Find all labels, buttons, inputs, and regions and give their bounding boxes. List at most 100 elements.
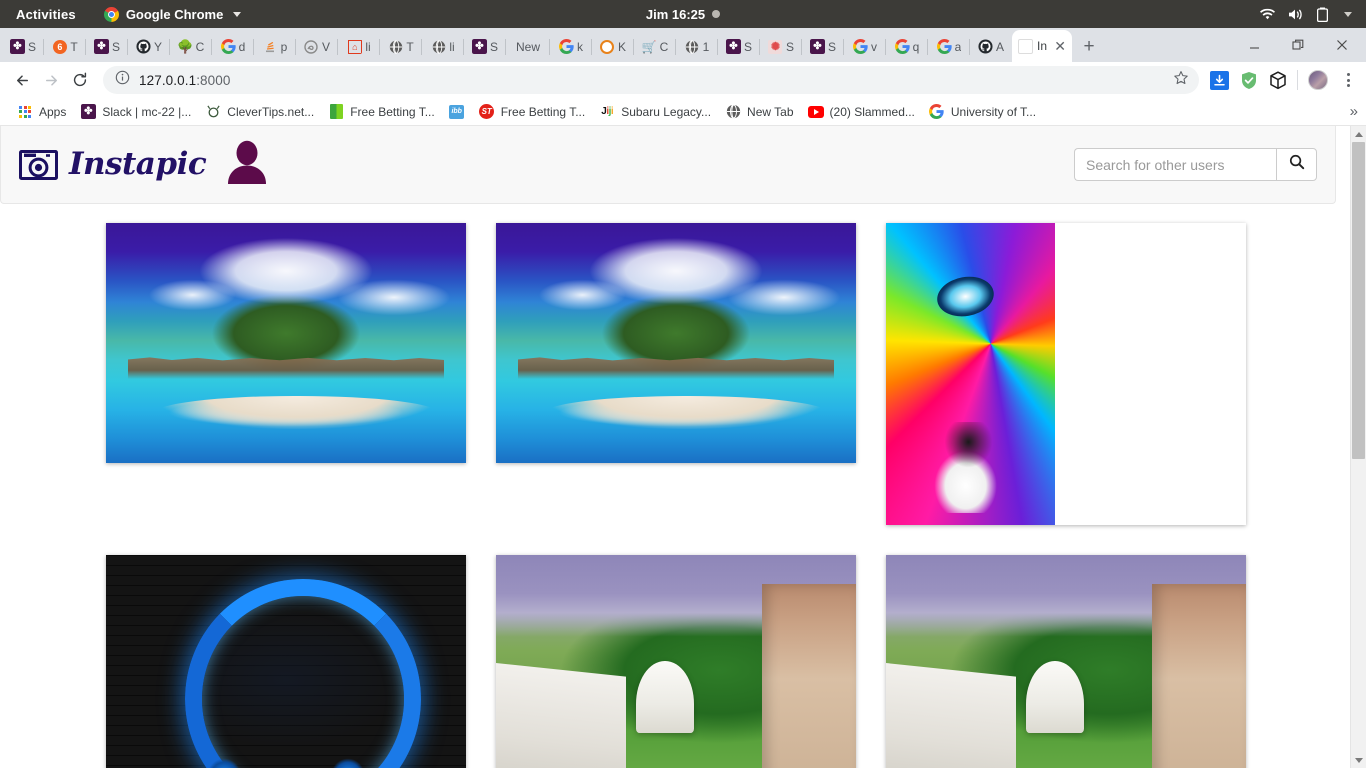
google-favicon-icon: [559, 39, 574, 54]
photo-card[interactable]: [106, 223, 466, 463]
maximize-button[interactable]: [1276, 29, 1320, 61]
chrome-menu-icon[interactable]: [1338, 73, 1358, 87]
download-icon[interactable]: [1210, 70, 1229, 90]
tab-8[interactable]: ⌂ li: [338, 31, 380, 62]
photo-card[interactable]: [886, 555, 1246, 768]
tab-instapic-active[interactable]: In ✕: [1012, 30, 1072, 62]
scrollbar-track[interactable]: [1351, 142, 1366, 752]
bookmark-item-9[interactable]: University of T...: [922, 101, 1043, 123]
tab-23[interactable]: A: [970, 31, 1012, 62]
new-tab-button[interactable]: +: [1074, 32, 1104, 62]
bookmark-star-icon[interactable]: [1173, 70, 1189, 91]
tab-21[interactable]: q: [886, 31, 928, 62]
bookmarks-overflow-button[interactable]: »: [1350, 103, 1358, 120]
tab-13[interactable]: k: [550, 31, 592, 62]
url-port: :8000: [196, 72, 231, 88]
bookmark-item-3[interactable]: Free Betting T...: [321, 101, 442, 123]
address-bar[interactable]: 127.0.0.1:8000: [103, 66, 1199, 94]
close-icon[interactable]: ✕: [1054, 39, 1066, 53]
tab-11[interactable]: ✤ S: [464, 31, 506, 62]
bookmark-item-5[interactable]: ST Free Betting T...: [472, 101, 593, 123]
tab-strip: ✤ S 6 T ✤ S Y 🌳 Cd p V ⌂ li Tli ✤ S New k K 🛒 C 1 ✤ S ✺ S ✤ Sv q a A I…: [0, 28, 1366, 62]
close-button[interactable]: [1320, 29, 1364, 61]
bookmark-item-8[interactable]: (20) Slammed...: [801, 101, 922, 123]
bookmark-item-6[interactable]: Jiji Subaru Legacy...: [592, 101, 718, 123]
tab-18[interactable]: ✺ S: [760, 31, 802, 62]
tab-1[interactable]: 6T: [44, 31, 86, 62]
tab-label: S: [111, 39, 120, 54]
brand-logo[interactable]: Instapic: [19, 148, 207, 181]
tab-19[interactable]: ✤ S: [802, 31, 844, 62]
user-silhouette-icon[interactable]: [226, 140, 268, 189]
search-button[interactable]: [1276, 148, 1317, 181]
colorful-lion-artwork-image[interactable]: [886, 223, 1055, 525]
adguard-shield-icon[interactable]: [1239, 71, 1258, 90]
user-search: [1074, 148, 1317, 181]
info-circle-icon[interactable]: [115, 70, 130, 90]
photo-card[interactable]: [496, 555, 856, 768]
system-menu-caret-icon: [1344, 11, 1352, 17]
back-button[interactable]: [8, 66, 36, 94]
forward-button[interactable]: [37, 66, 65, 94]
bookmark-item-0[interactable]: Apps: [10, 101, 73, 123]
system-tray[interactable]: [1260, 7, 1356, 22]
github-favicon-icon: [978, 39, 993, 54]
url-host: 127.0.0.1: [139, 72, 197, 88]
tropical-island-bungalows-image[interactable]: [106, 223, 466, 463]
profile-avatar-icon[interactable]: [1308, 70, 1328, 90]
site-header: Instapic: [0, 126, 1336, 204]
photo-card[interactable]: [886, 223, 1246, 525]
tab-label: S: [27, 39, 36, 54]
bookmark-item-4[interactable]: ibb: [442, 101, 472, 123]
wifi-icon: [1260, 8, 1275, 21]
tab-6[interactable]: p: [254, 31, 296, 62]
tab-5[interactable]: d: [212, 31, 254, 62]
bookmark-item-2[interactable]: CleverTips.net...: [198, 101, 321, 123]
search-input[interactable]: [1074, 148, 1276, 181]
tab-14[interactable]: K: [592, 31, 634, 62]
tab-22[interactable]: a: [928, 31, 970, 62]
photo-card[interactable]: [496, 223, 856, 463]
tab-17[interactable]: ✤ S: [718, 31, 760, 62]
temple-dome-shape: [636, 660, 694, 733]
photo-card[interactable]: [106, 555, 466, 768]
reload-button[interactable]: [66, 66, 94, 94]
app-menu-google-chrome[interactable]: Google Chrome: [103, 6, 242, 22]
package-box-icon[interactable]: [1268, 70, 1287, 90]
globe-dark-favicon-icon: [388, 39, 403, 54]
tab-4[interactable]: 🌳 C: [170, 31, 212, 62]
temple-garden-landscape-image[interactable]: [886, 555, 1246, 768]
bookmark-item-1[interactable]: ✤ Slack | mc-22 |...: [73, 101, 198, 123]
tab-12[interactable]: New: [506, 31, 550, 62]
scroll-up-icon[interactable]: [1351, 126, 1366, 142]
globe-dark-favicon-icon: [431, 39, 446, 54]
tab-16[interactable]: 1: [676, 31, 718, 62]
page-scrollbar[interactable]: [1350, 126, 1366, 768]
tab-0[interactable]: ✤ S: [2, 31, 44, 62]
activities-button[interactable]: Activities: [16, 7, 76, 22]
gnome-top-bar: Activities Google Chrome Jim 16:25: [0, 0, 1366, 28]
tab-label: S: [743, 39, 752, 54]
scrollbar-thumb[interactable]: [1352, 142, 1365, 459]
scroll-down-icon[interactable]: [1351, 752, 1366, 768]
tropical-island-bungalows-image[interactable]: [496, 223, 856, 463]
google-favicon-icon: [220, 39, 236, 54]
temple-garden-landscape-image[interactable]: [496, 555, 856, 768]
slack-favicon-icon: ✤: [9, 39, 25, 54]
tab-label: A: [995, 39, 1004, 54]
google-favicon-icon: [936, 39, 952, 54]
minimize-button[interactable]: [1232, 29, 1276, 61]
tab-label: New: [515, 39, 540, 54]
tab-10[interactable]: li: [422, 31, 464, 62]
blue-headphones-brick-wall-image[interactable]: [106, 555, 466, 768]
tab-label: S: [785, 39, 794, 54]
tab-20[interactable]: v: [844, 31, 886, 62]
tab-15[interactable]: 🛒 C: [634, 31, 676, 62]
tab-9[interactable]: T: [380, 31, 422, 62]
camera-icon: [19, 148, 60, 181]
bookmark-item-7[interactable]: New Tab: [718, 101, 800, 123]
tab-label: T: [406, 39, 414, 54]
tab-3[interactable]: Y: [128, 31, 170, 62]
tab-2[interactable]: ✤ S: [86, 31, 128, 62]
tab-7[interactable]: V: [296, 31, 338, 62]
